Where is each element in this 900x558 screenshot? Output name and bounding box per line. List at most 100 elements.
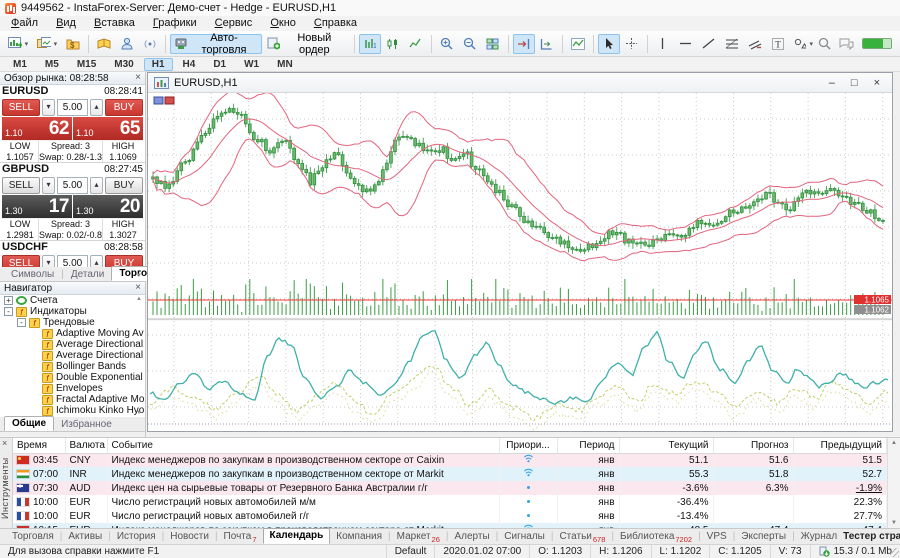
crosshair-button[interactable] bbox=[621, 34, 643, 54]
tree-expander-icon[interactable]: + bbox=[4, 296, 13, 305]
horizontal-line-button[interactable] bbox=[675, 34, 697, 54]
buy-price-tile[interactable]: 1.3020 bbox=[73, 195, 143, 218]
scroll-up-icon[interactable]: ▲ bbox=[136, 296, 142, 302]
navigator-tree-item[interactable]: -fТрендовые bbox=[0, 317, 145, 328]
volume-input[interactable]: 5.00 bbox=[57, 99, 88, 116]
menu-Файл[interactable]: Файл bbox=[2, 16, 47, 31]
scroll-down-icon[interactable]: ▼ bbox=[136, 410, 142, 416]
scroll-up-icon[interactable]: ▲ bbox=[891, 440, 897, 446]
calendar-column-5[interactable]: Текущий bbox=[619, 438, 713, 453]
candle-chart-mode-button[interactable] bbox=[382, 34, 404, 54]
toolbox-tab-Почта[interactable]: Почта7 bbox=[218, 530, 263, 544]
fibonacci-button[interactable] bbox=[721, 34, 743, 54]
menu-Справка[interactable]: Справка bbox=[305, 16, 366, 31]
toolbox-tab-Журнал[interactable]: Журнал bbox=[795, 530, 844, 544]
sell-price-tile[interactable]: 1.1062 bbox=[2, 117, 72, 140]
close-icon[interactable]: × bbox=[874, 77, 880, 89]
calendar-row[interactable]: 10:00 EURЧисло регистраций новых автомоб… bbox=[13, 509, 887, 523]
tree-expander-icon[interactable]: - bbox=[17, 318, 26, 327]
toolbox-tab-VPS[interactable]: VPS bbox=[701, 530, 733, 544]
timeframe-H4[interactable]: H4 bbox=[175, 58, 204, 71]
trendline-button[interactable] bbox=[698, 34, 720, 54]
maximize-icon[interactable]: □ bbox=[851, 77, 858, 89]
scroll-down-icon[interactable]: ▼ bbox=[136, 273, 142, 279]
timeframe-M30[interactable]: M30 bbox=[106, 58, 141, 71]
timeframe-H1[interactable]: H1 bbox=[144, 58, 173, 71]
navigator-tree-item[interactable]: fIchimoku Kinko Hyo bbox=[0, 405, 145, 416]
volume-increase-button[interactable]: ▴ bbox=[90, 255, 103, 267]
volume-decrease-button[interactable]: ▾ bbox=[42, 255, 55, 267]
resize-grip[interactable] bbox=[890, 548, 899, 557]
timeframe-M5[interactable]: M5 bbox=[37, 58, 67, 71]
buy-button[interactable]: BUY bbox=[105, 99, 143, 116]
menu-Вид[interactable]: Вид bbox=[47, 16, 85, 31]
buy-price-tile[interactable]: 1.1065 bbox=[73, 117, 143, 140]
calendar-column-3[interactable]: Приори... bbox=[499, 438, 557, 453]
volume-input[interactable]: 5.00 bbox=[57, 255, 88, 267]
sell-price-tile[interactable]: 1.3017 bbox=[2, 195, 72, 218]
market-watch-tab-Символы[interactable]: Символы bbox=[4, 268, 61, 281]
navigator-tab-Избранное[interactable]: Избранное bbox=[54, 418, 119, 431]
volume-decrease-button[interactable]: ▾ bbox=[42, 99, 55, 116]
menu-Вставка[interactable]: Вставка bbox=[85, 16, 144, 31]
calendar-row[interactable]: 07:30 AUDИндекс цен на сырьевые товары о… bbox=[13, 481, 887, 495]
scroll-down-icon[interactable]: ▼ bbox=[891, 520, 897, 526]
sell-button[interactable]: SELL bbox=[2, 255, 40, 267]
timeframe-W1[interactable]: W1 bbox=[236, 58, 267, 71]
navigator-tree-item[interactable]: fAverage Directional bbox=[0, 350, 145, 361]
text-label-button[interactable]: T bbox=[767, 34, 789, 54]
chart-shift-button[interactable] bbox=[513, 34, 535, 54]
autotrade-button[interactable]: Авто-торговля bbox=[170, 34, 262, 54]
navigator-tree-item[interactable]: fAverage Directional bbox=[0, 339, 145, 350]
toolbox-tab-Активы[interactable]: Активы bbox=[62, 530, 108, 544]
shapes-button[interactable]: ▾ bbox=[790, 34, 817, 54]
toolbox-tab-Сигналы[interactable]: Сигналы bbox=[498, 530, 551, 544]
profile-selector[interactable]: Default bbox=[387, 545, 436, 558]
navigator-tree-item[interactable]: +Счета bbox=[0, 295, 145, 306]
toolbox-tab-История[interactable]: История bbox=[111, 530, 162, 544]
timeframe-M15[interactable]: M15 bbox=[69, 58, 104, 71]
volume-increase-button[interactable]: ▴ bbox=[90, 177, 103, 194]
menu-Графики[interactable]: Графики bbox=[144, 16, 206, 31]
calendar-column-6[interactable]: Прогноз bbox=[713, 438, 793, 453]
close-icon[interactable]: × bbox=[135, 73, 141, 83]
search-icon[interactable] bbox=[818, 37, 831, 50]
calendar-column-0[interactable]: Время bbox=[13, 438, 65, 453]
calendar-row[interactable]: 07:00 INRИндекс менеджеров по закупкам в… bbox=[13, 467, 887, 481]
close-icon[interactable]: × bbox=[135, 283, 141, 293]
strategy-tester-label[interactable]: Тестер стратегий bbox=[843, 530, 900, 544]
profiles-button[interactable]: ▾ bbox=[33, 34, 61, 54]
toolbox-button[interactable] bbox=[93, 34, 115, 54]
timeframe-D1[interactable]: D1 bbox=[205, 58, 234, 71]
algo-trading-button[interactable] bbox=[116, 34, 138, 54]
calendar-scrollbar[interactable]: ▲ ▼ bbox=[887, 438, 900, 528]
volume-input[interactable]: 5.00 bbox=[57, 177, 88, 194]
toolbox-tab-Эксперты[interactable]: Эксперты bbox=[735, 530, 792, 544]
volume-increase-button[interactable]: ▴ bbox=[90, 99, 103, 116]
calendar-row[interactable]: 10:00 EURЧисло регистраций новых автомоб… bbox=[13, 495, 887, 509]
data-folder-button[interactable]: $ bbox=[62, 34, 84, 54]
navigator-tree-item[interactable]: -fИндикаторы bbox=[0, 306, 145, 317]
chat-icon[interactable] bbox=[839, 38, 854, 50]
new-chart-button[interactable]: ▾ bbox=[4, 34, 32, 54]
calendar-column-4[interactable]: Период bbox=[557, 438, 619, 453]
toolbox-tab-Библиотека[interactable]: Библиотека7202 bbox=[614, 530, 698, 544]
zoom-out-button[interactable] bbox=[459, 34, 481, 54]
menu-Окно[interactable]: Окно bbox=[261, 16, 305, 31]
buy-button[interactable]: BUY bbox=[105, 177, 143, 194]
vertical-line-button[interactable] bbox=[652, 34, 674, 54]
toolbox-tab-Маркет[interactable]: Маркет26 bbox=[391, 530, 446, 544]
minimize-icon[interactable]: – bbox=[829, 77, 835, 89]
menu-Сервис[interactable]: Сервис bbox=[206, 16, 262, 31]
toolbox-tab-Новости[interactable]: Новости bbox=[164, 530, 215, 544]
calendar-column-7[interactable]: Предыдущий bbox=[793, 438, 887, 453]
toolbox-tab-Торговля[interactable]: Торговля bbox=[6, 530, 60, 544]
indicators-button[interactable] bbox=[567, 34, 589, 54]
new-order-button[interactable]: Новый ордер bbox=[263, 34, 350, 54]
volume-decrease-button[interactable]: ▾ bbox=[42, 177, 55, 194]
toolbox-tab-Статьи[interactable]: Статьи678 bbox=[553, 530, 611, 544]
bar-chart-mode-button[interactable]: 1 bbox=[359, 34, 381, 54]
equidistant-channel-button[interactable] bbox=[744, 34, 766, 54]
sell-button[interactable]: SELL bbox=[2, 177, 40, 194]
navigator-tree-item[interactable]: fBollinger Bands bbox=[0, 361, 145, 372]
